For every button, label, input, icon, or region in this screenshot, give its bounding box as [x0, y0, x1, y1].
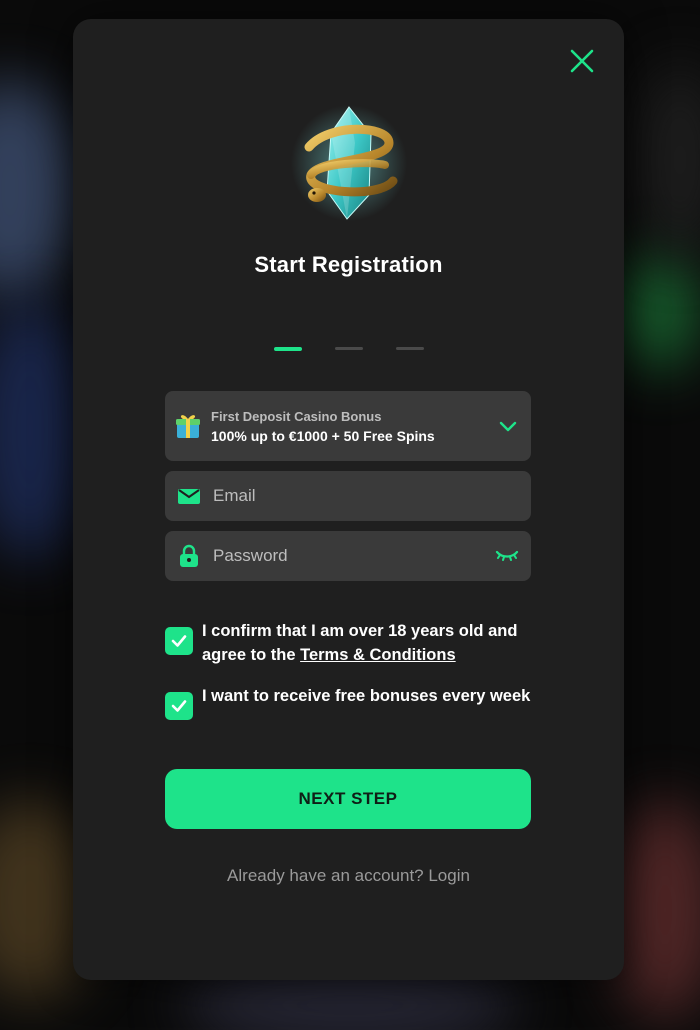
close-icon[interactable]	[570, 49, 594, 73]
age-confirm-checkbox[interactable]	[165, 627, 193, 655]
step-1-indicator	[273, 347, 302, 351]
next-step-button[interactable]: NEXT STEP	[165, 769, 531, 829]
email-field[interactable]	[165, 471, 531, 521]
age-confirm-row: I confirm that I am over 18 years old an…	[165, 619, 535, 667]
lock-icon	[177, 544, 201, 568]
newsletter-row: I want to receive free bonuses every wee…	[165, 684, 535, 720]
password-field[interactable]	[165, 531, 531, 581]
step-indicator	[73, 347, 624, 351]
chevron-down-icon[interactable]	[499, 417, 517, 435]
bonus-label: First Deposit Casino Bonus	[211, 408, 382, 424]
terms-link[interactable]: Terms & Conditions	[300, 646, 456, 664]
crystal-snake-logo	[289, 103, 409, 223]
email-input[interactable]	[211, 485, 465, 507]
bonus-select[interactable]: First Deposit Casino Bonus 100% up to €1…	[165, 391, 531, 461]
check-icon	[171, 635, 187, 647]
gift-icon	[175, 412, 201, 440]
modal-title: Start Registration	[254, 252, 443, 277]
password-input[interactable]	[211, 545, 465, 567]
newsletter-checkbox[interactable]	[165, 692, 193, 720]
registration-modal: Start Registration First Deposit Casino …	[73, 19, 624, 980]
eye-closed-icon[interactable]	[495, 545, 519, 565]
newsletter-label: I want to receive free bonuses every wee…	[202, 687, 531, 705]
login-link[interactable]: Already have an account? Login	[73, 866, 624, 886]
check-icon	[171, 700, 187, 712]
bonus-value: 100% up to €1000 + 50 Free Spins	[211, 427, 435, 444]
age-confirm-text: I confirm that I am over 18 years old an…	[202, 619, 535, 667]
step-3-indicator	[395, 347, 424, 350]
envelope-icon	[177, 484, 201, 508]
step-2-indicator	[334, 347, 363, 350]
